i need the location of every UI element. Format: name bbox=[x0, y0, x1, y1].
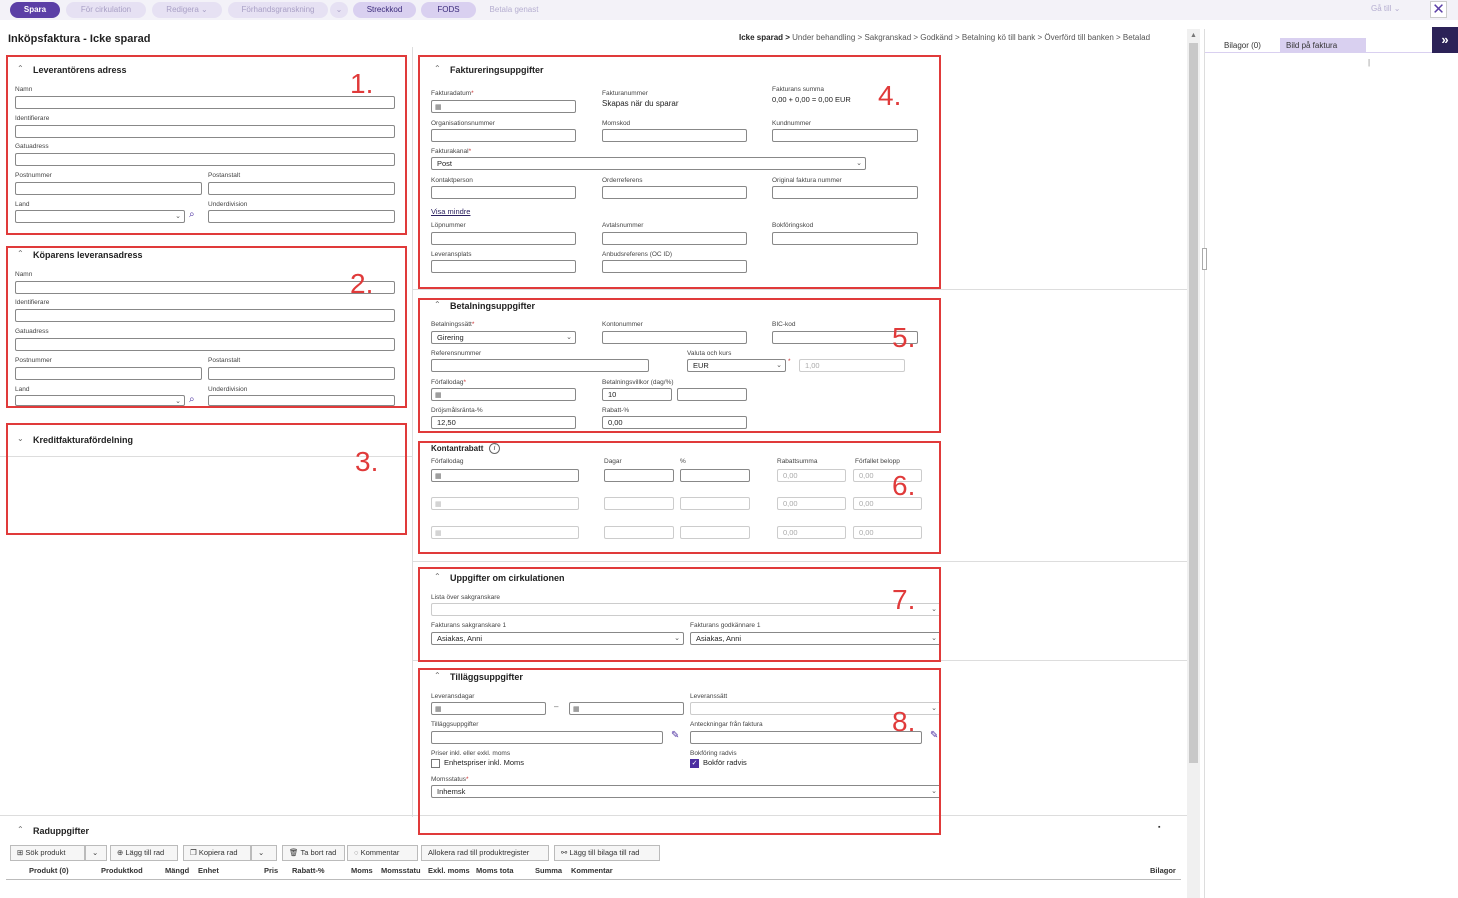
annotation-number-6: 6. bbox=[892, 470, 916, 501]
annotation-box-3 bbox=[6, 423, 407, 535]
annotation-number-3: 3. bbox=[355, 446, 379, 477]
edit-dropdown-button[interactable]: Redigera ⌄ bbox=[152, 2, 222, 18]
breadcrumb-step-paid: Betalad bbox=[1122, 33, 1151, 42]
vertical-scrollbar[interactable]: ▲ bbox=[1187, 29, 1200, 898]
copy-row-label: Kopiera rad bbox=[198, 848, 238, 857]
pin-icon[interactable]: ▪ bbox=[1158, 824, 1160, 831]
link-icon: ⚯ bbox=[561, 848, 568, 857]
section-divider bbox=[412, 561, 1187, 562]
allocate-row-button[interactable]: Allokera rad till produktregister bbox=[421, 845, 549, 861]
collapse-icon[interactable]: ⌃ bbox=[17, 825, 24, 834]
rows-section-title: Raduppgifter bbox=[33, 826, 89, 836]
annotation-number-4: 4. bbox=[878, 80, 902, 111]
annotation-number-2: 2. bbox=[350, 268, 374, 299]
tab-invoice-image[interactable]: Bild på faktura bbox=[1280, 38, 1366, 53]
search-product-icon: ⊞ bbox=[17, 848, 24, 857]
col-vat-total[interactable]: Moms tota bbox=[476, 866, 514, 875]
col-product[interactable]: Produkt (0) bbox=[29, 866, 69, 875]
copy-row-button[interactable]: ❐ Kopiera rad bbox=[183, 845, 251, 861]
pay-now-button[interactable]: Betala genast bbox=[480, 2, 548, 18]
col-comment[interactable]: Kommentar bbox=[571, 866, 613, 875]
table-header-line bbox=[6, 879, 1181, 880]
breadcrumb-step-approved: Godkänd > bbox=[920, 33, 960, 42]
annotation-box-6 bbox=[418, 441, 941, 554]
col-attachments[interactable]: Bilagor bbox=[1150, 866, 1176, 875]
comment-icon: ◌ bbox=[354, 848, 359, 857]
col-excl-vat[interactable]: Exkl. moms bbox=[428, 866, 470, 875]
chevron-down-icon: ⌄ bbox=[258, 848, 265, 857]
for-circulation-button[interactable]: För cirkulation bbox=[66, 2, 146, 18]
chevron-down-icon: ⌄ bbox=[1393, 4, 1401, 13]
annotation-box-4 bbox=[418, 55, 941, 289]
chevron-down-icon: ⌄ bbox=[335, 5, 343, 14]
tab-underline bbox=[1205, 52, 1435, 53]
goto-label: Gå till bbox=[1371, 4, 1392, 13]
annotation-box-1 bbox=[6, 55, 407, 235]
barcode-button[interactable]: Streckkod bbox=[353, 2, 416, 18]
breadcrumb-step-bank-queue: Betalning kö till bank > bbox=[961, 33, 1043, 42]
comment-label: Kommentar bbox=[360, 848, 400, 857]
save-button[interactable]: Spara bbox=[10, 2, 60, 18]
trash-icon: 🗑 bbox=[289, 848, 299, 857]
fods-button[interactable]: FODS bbox=[421, 2, 476, 18]
section-divider bbox=[412, 289, 1187, 290]
panel-resize-handle[interactable] bbox=[1202, 248, 1207, 270]
goto-dropdown[interactable]: Gå till ⌄ bbox=[1371, 4, 1400, 13]
close-button[interactable]: ✕ bbox=[1430, 1, 1447, 18]
attach-row-button[interactable]: ⚯ Lägg till bilaga till rad bbox=[554, 845, 660, 861]
chevron-down-icon: ⌄ bbox=[201, 5, 208, 14]
add-row-button[interactable]: ⊕ Lägg till rad bbox=[110, 845, 178, 861]
col-discount[interactable]: Rabatt-% bbox=[292, 866, 325, 875]
annotation-box-8 bbox=[418, 668, 941, 835]
annotation-number-8: 8. bbox=[892, 706, 916, 737]
annotation-number-5: 5. bbox=[892, 322, 916, 353]
add-row-label: Lägg till rad bbox=[125, 848, 165, 857]
copy-icon: ❐ bbox=[190, 848, 197, 857]
edit-label: Redigera bbox=[166, 5, 199, 14]
copy-row-dropdown[interactable]: ⌄ bbox=[251, 845, 277, 861]
breadcrumb-step-transferred: Överförd till banken > bbox=[1044, 33, 1121, 42]
text-cursor-icon: | bbox=[1368, 58, 1371, 67]
col-vat-status[interactable]: Momsstatu bbox=[381, 866, 421, 875]
add-icon: ⊕ bbox=[117, 848, 124, 857]
delete-row-label: Ta bort rad bbox=[300, 848, 337, 857]
annotation-number-7: 7. bbox=[892, 584, 916, 615]
col-price[interactable]: Pris bbox=[264, 866, 278, 875]
panel-divider bbox=[1204, 29, 1205, 898]
breadcrumb-step-not-saved: Icke sparad > bbox=[739, 33, 790, 42]
search-product-label: Sök produkt bbox=[25, 848, 66, 857]
tab-attachments[interactable]: Bilagor (0) bbox=[1218, 38, 1267, 53]
expand-panel-button[interactable]: » bbox=[1432, 27, 1458, 53]
attach-row-label: Lägg till bilaga till rad bbox=[569, 848, 640, 857]
page-title: Inköpsfaktura - Icke sparad bbox=[8, 33, 151, 45]
breadcrumb-step-reviewed: Sakgranskad > bbox=[864, 33, 919, 42]
col-unit[interactable]: Enhet bbox=[198, 866, 219, 875]
col-product-code[interactable]: Produktkod bbox=[101, 866, 143, 875]
search-product-dropdown[interactable]: ⌄ bbox=[85, 845, 107, 861]
annotation-number-1: 1. bbox=[350, 68, 374, 99]
col-quantity[interactable]: Mängd bbox=[165, 866, 189, 875]
annotation-box-5 bbox=[418, 298, 941, 433]
delete-row-button[interactable]: 🗑 Ta bort rad bbox=[282, 845, 345, 861]
preview-button[interactable]: Förhandsgranskning bbox=[228, 2, 328, 18]
annotation-box-7 bbox=[418, 567, 941, 662]
col-sum[interactable]: Summa bbox=[535, 866, 562, 875]
breadcrumb-step-processing: Under behandling > bbox=[792, 33, 863, 42]
column-divider bbox=[412, 47, 413, 817]
scroll-up-icon[interactable]: ▲ bbox=[1190, 32, 1197, 39]
top-toolbar: Spara För cirkulation Redigera ⌄ Förhand… bbox=[0, 0, 1458, 20]
status-breadcrumb: Icke sparad > Under behandling > Sakgran… bbox=[739, 33, 1150, 42]
col-vat[interactable]: Moms bbox=[351, 866, 373, 875]
scrollbar-thumb[interactable] bbox=[1189, 43, 1198, 763]
comment-button[interactable]: ◌ Kommentar bbox=[347, 845, 418, 861]
preview-dropdown-button[interactable]: ⌄ bbox=[330, 2, 348, 18]
annotation-box-2 bbox=[6, 246, 407, 408]
chevron-down-icon: ⌄ bbox=[92, 848, 99, 857]
search-product-button[interactable]: ⊞ Sök produkt bbox=[10, 845, 85, 861]
